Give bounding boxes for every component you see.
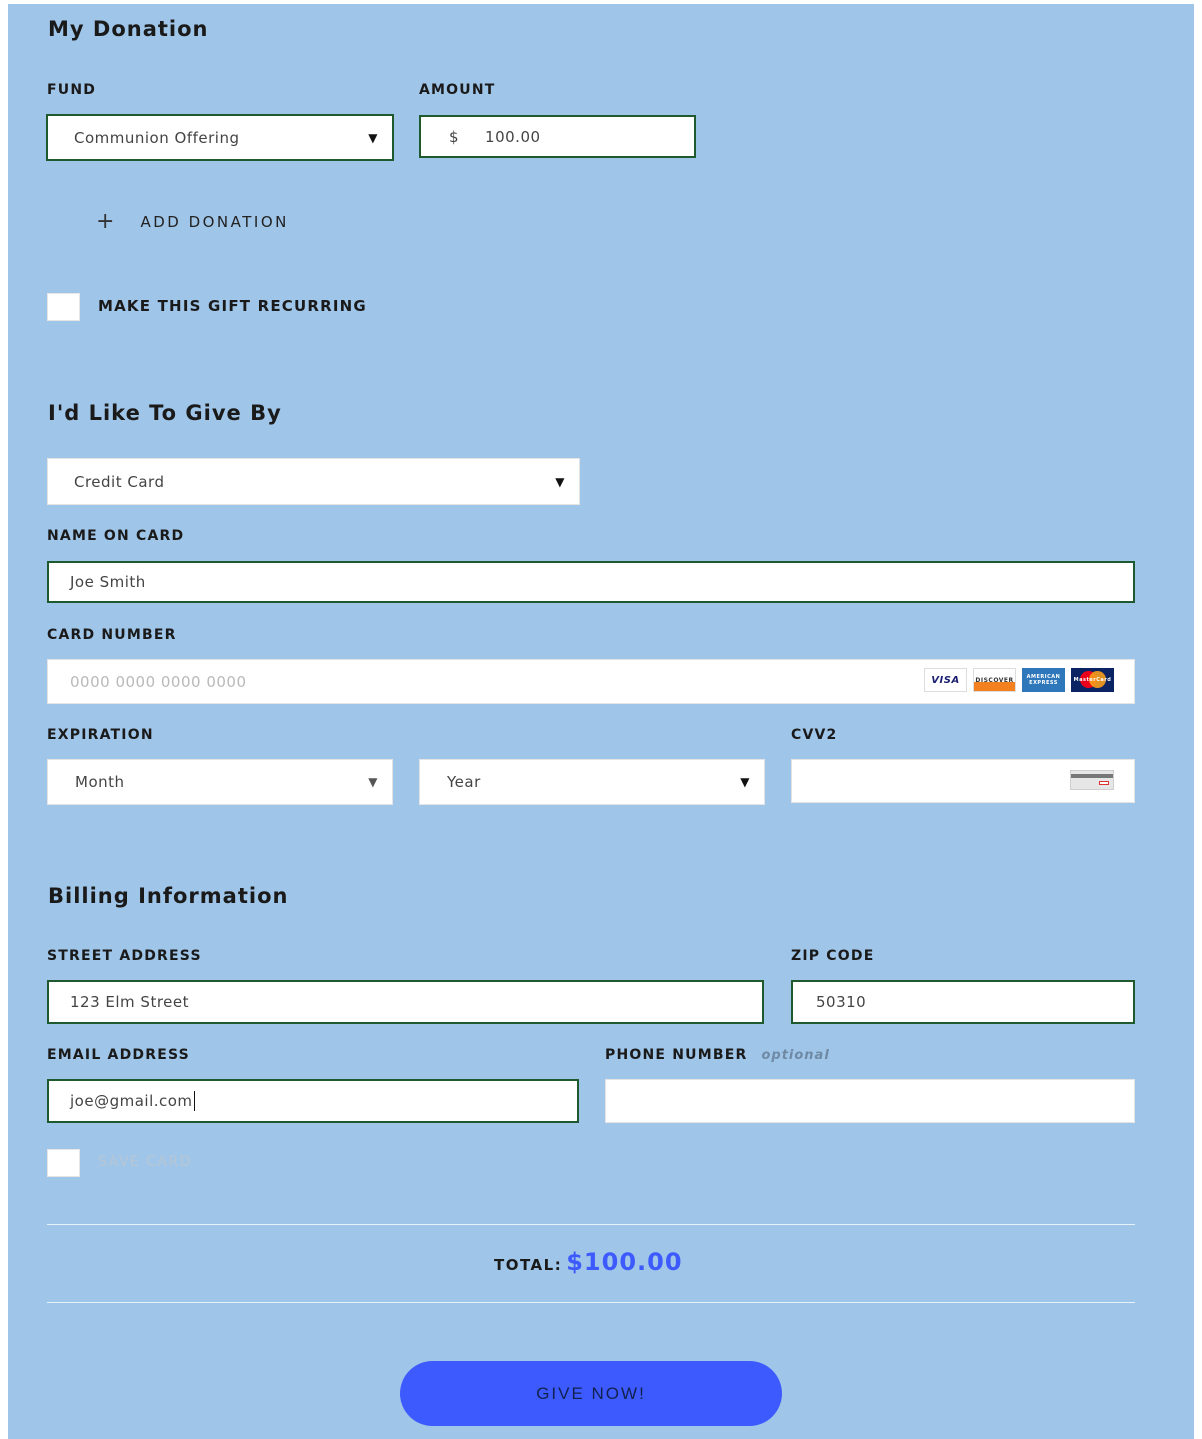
amount-value: 100.00 [485, 127, 541, 146]
zip-code-input[interactable]: 50310 [791, 980, 1135, 1024]
total-row: TOTAL: $100.00 [494, 1248, 683, 1276]
plus-icon: + [96, 209, 115, 234]
total-value: $100.00 [566, 1248, 683, 1276]
total-label: TOTAL: [494, 1256, 563, 1274]
year-value: Year [447, 773, 481, 791]
street-address-input[interactable]: 123 Elm Street [47, 980, 764, 1024]
email-address-input[interactable]: joe@gmail.com [47, 1079, 579, 1123]
my-donation-heading: My Donation [48, 17, 209, 41]
currency-symbol: $ [449, 127, 460, 146]
payment-method-select[interactable]: Credit Card ▼ [47, 458, 580, 505]
save-card-label: SAVE CARD [98, 1154, 193, 1170]
phone-number-label-group: PHONE NUMBER optional [605, 1047, 830, 1063]
text-cursor [193, 1091, 195, 1111]
cvv-input[interactable] [791, 759, 1135, 803]
fund-label: FUND [47, 82, 97, 98]
payment-method-value: Credit Card [74, 472, 165, 491]
name-on-card-input[interactable]: Joe Smith [47, 561, 1135, 603]
expiration-year-select[interactable]: Year ▼ [419, 759, 765, 805]
street-address-label: STREET ADDRESS [47, 948, 202, 964]
amount-label: AMOUNT [419, 82, 496, 98]
zip-code-label: ZIP CODE [791, 948, 875, 964]
phone-number-label: PHONE NUMBER [605, 1047, 748, 1063]
card-logos: VISA DISCOVER AMERICAN EXPRESS MasterCar… [924, 668, 1114, 692]
amount-input[interactable]: $ 100.00 [419, 115, 696, 158]
billing-heading: Billing Information [48, 884, 289, 908]
mastercard-logo-icon: MasterCard [1071, 668, 1114, 692]
amex-logo-icon: AMERICAN EXPRESS [1022, 668, 1065, 692]
card-number-placeholder: 0000 0000 0000 0000 [70, 672, 247, 691]
expiration-label: EXPIRATION [47, 727, 154, 743]
phone-optional-hint: optional [761, 1048, 830, 1063]
visa-logo-icon: VISA [924, 668, 967, 692]
save-card-checkbox[interactable] [47, 1149, 80, 1177]
give-now-button[interactable]: GIVE NOW! [400, 1361, 782, 1426]
chevron-down-icon: ▼ [368, 775, 378, 789]
card-number-label: CARD NUMBER [47, 627, 177, 643]
card-back-icon [1070, 770, 1114, 790]
zip-code-value: 50310 [816, 993, 867, 1011]
total-divider-bottom [47, 1302, 1135, 1303]
give-by-heading: I'd Like To Give By [48, 401, 282, 425]
add-donation-label: ADD DONATION [140, 212, 289, 231]
add-donation-button[interactable]: + ADD DONATION [96, 209, 289, 234]
fund-select-value: Communion Offering [74, 128, 240, 147]
cvv-label: CVV2 [791, 727, 838, 743]
month-value: Month [75, 773, 125, 791]
name-on-card-value: Joe Smith [70, 573, 146, 591]
phone-number-input[interactable] [605, 1079, 1135, 1123]
street-address-value: 123 Elm Street [70, 993, 190, 1011]
recurring-checkbox[interactable] [47, 293, 80, 321]
total-divider-top [47, 1224, 1135, 1225]
chevron-down-icon: ▼ [740, 775, 750, 789]
card-number-input[interactable]: 0000 0000 0000 0000 VISA DISCOVER AMERIC… [47, 659, 1135, 704]
chevron-down-icon: ▼ [368, 130, 378, 145]
chevron-down-icon: ▼ [555, 474, 565, 489]
expiration-month-select[interactable]: Month ▼ [47, 759, 393, 805]
recurring-label: MAKE THIS GIFT RECURRING [98, 297, 367, 315]
email-address-value: joe@gmail.com [70, 1092, 193, 1110]
donation-form: My Donation FUND AMOUNT Communion Offeri… [8, 4, 1194, 1439]
name-on-card-label: NAME ON CARD [47, 528, 185, 544]
email-address-label: EMAIL ADDRESS [47, 1047, 190, 1063]
discover-logo-icon: DISCOVER [973, 668, 1016, 692]
fund-select[interactable]: Communion Offering ▼ [46, 114, 394, 161]
